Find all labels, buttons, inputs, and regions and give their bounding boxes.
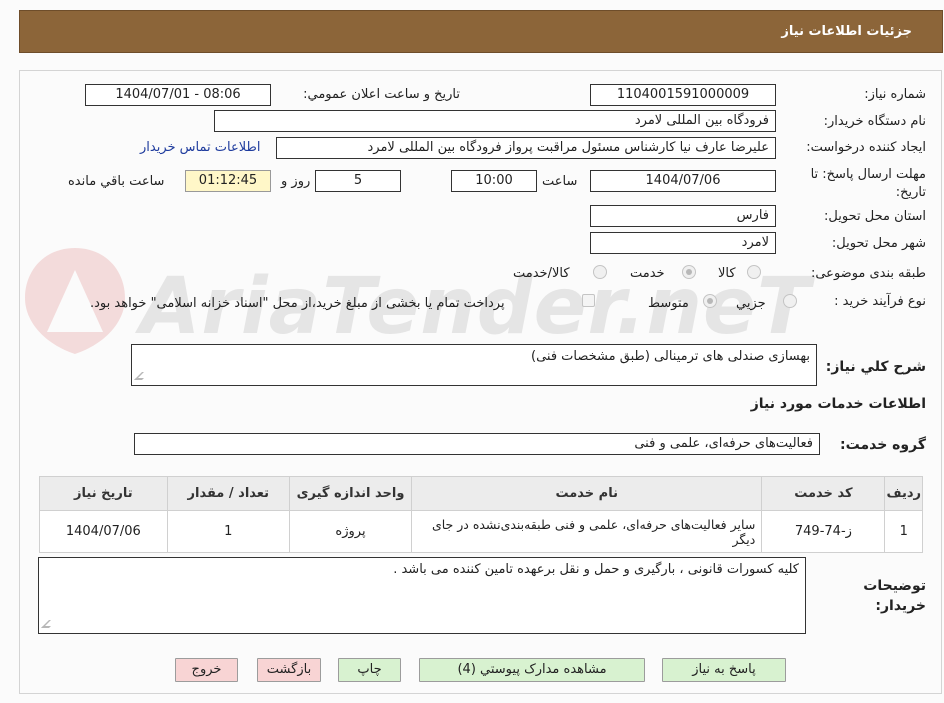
exit-button[interactable]: خروج [175, 658, 238, 682]
process-label: نوع فرآیند خرید : [834, 294, 926, 309]
category-option-service: خدمت [630, 266, 665, 281]
announce-date-label: تاریخ و ساعت اعلان عمومي: [303, 87, 460, 102]
print-button[interactable]: چاپ [338, 658, 401, 682]
service-group-label: گروه خدمت: [840, 437, 926, 453]
buyer-contact-link[interactable]: اطلاعات تماس خریدار [140, 140, 260, 155]
resize-grip-icon[interactable] [134, 372, 150, 380]
cell-name: سایر فعالیت‌های حرفه‌ای، علمی و فنی طبقه… [411, 510, 763, 553]
province-label: استان محل تحویل: [824, 209, 926, 224]
services-table: ردیف کد خدمت نام خدمت واحد اندازه گیری ت… [39, 476, 923, 553]
city-label: شهر محل تحویل: [831, 236, 926, 251]
requester-field[interactable]: علیرضا عارف نیا کارشناس مسئول مراقبت پرو… [276, 137, 776, 159]
summary-text: بهسازی صندلی های ترمینالی (طبق مشخصات فن… [531, 349, 810, 364]
cell-code: ز-74-749 [761, 510, 886, 553]
col-unit-header: واحد اندازه گیری [288, 476, 413, 511]
attachments-button[interactable]: مشاهده مدارک پیوستي (4) [419, 658, 645, 682]
resize-grip-icon[interactable] [41, 620, 57, 628]
table-header-row: ردیف کد خدمت نام خدمت واحد اندازه گیری ت… [39, 476, 923, 511]
reply-button[interactable]: پاسخ به نیاز [662, 658, 786, 682]
category-radio-goods[interactable] [747, 265, 761, 279]
treasury-checkbox[interactable] [582, 294, 595, 307]
deadline-time-field[interactable]: 10:00 [451, 170, 537, 192]
summary-textarea[interactable]: بهسازی صندلی های ترمینالی (طبق مشخصات فن… [131, 344, 817, 386]
col-row-header: ردیف [884, 476, 923, 511]
cell-row: 1 [884, 510, 923, 553]
cell-qty: 1 [166, 510, 290, 553]
col-name-header: نام خدمت [411, 476, 763, 511]
services-heading: اطلاعات خدمات مورد نیاز [750, 396, 926, 412]
remaining-time-label: ساعت باقي مانده [68, 174, 165, 189]
summary-label: شرح کلي نیاز: [825, 359, 926, 375]
category-radio-service[interactable] [682, 265, 696, 279]
table-row: 1 ز-74-749 سایر فعالیت‌های حرفه‌ای، علمی… [39, 510, 923, 553]
buyer-notes-text: کلیه کسورات قانونی ، بارگیری و حمل و نقل… [393, 562, 799, 577]
buyer-org-field[interactable]: فرودگاه بین المللی لامرد [214, 110, 776, 132]
city-field[interactable]: لامرد [590, 232, 776, 254]
province-field[interactable]: فارس [590, 205, 776, 227]
category-label: طبقه بندی موضوعی: [810, 266, 926, 281]
deadline-label: مهلت ارسال پاسخ: تا تاریخ: [810, 167, 926, 200]
need-number-field[interactable]: 1104001591000009 [590, 84, 776, 106]
buyer-notes-label: توضیحات خریدار: [863, 578, 926, 614]
deadline-time-label: ساعت [542, 174, 578, 189]
page-header: جزئیات اطلاعات نیاز [19, 10, 943, 53]
cell-unit: پروژه [288, 510, 413, 553]
requester-label: ایجاد کننده درخواست: [806, 140, 926, 155]
process-option-minor: جزيي [736, 296, 766, 311]
category-option-goods-service: کالا/خدمت [513, 266, 570, 281]
deadline-days-field[interactable]: 5 [315, 170, 401, 192]
cell-date: 1404/07/06 [39, 510, 168, 553]
page-title: جزئیات اطلاعات نیاز [781, 24, 912, 39]
process-radio-minor[interactable] [783, 294, 797, 308]
buyer-org-label: نام دستگاه خریدار: [823, 114, 926, 129]
col-qty-header: تعداد / مقدار [166, 476, 290, 511]
service-group-field[interactable]: فعالیت‌های حرفه‌ای، علمی و فنی [134, 433, 820, 455]
payment-note: پرداخت تمام یا بخشی از مبلغ خرید،از محل … [90, 296, 505, 311]
buyer-notes-textarea[interactable]: کلیه کسورات قانونی ، بارگیری و حمل و نقل… [38, 557, 806, 634]
remaining-time-box: 01:12:45 [185, 170, 271, 192]
announce-date-field[interactable]: 1404/07/01 - 08:06 [85, 84, 271, 106]
process-radio-medium[interactable] [703, 294, 717, 308]
process-option-medium: متوسط [648, 296, 689, 311]
back-button[interactable]: بازگشت [257, 658, 321, 682]
category-option-goods: کالا [718, 266, 736, 281]
deadline-date-field[interactable]: 1404/07/06 [590, 170, 776, 192]
need-number-label: شماره نیاز: [864, 87, 926, 102]
col-code-header: کد خدمت [761, 476, 886, 511]
col-date-header: تاریخ نیاز [39, 476, 168, 511]
days-label: روز و [281, 174, 311, 189]
category-radio-goods-service[interactable] [593, 265, 607, 279]
